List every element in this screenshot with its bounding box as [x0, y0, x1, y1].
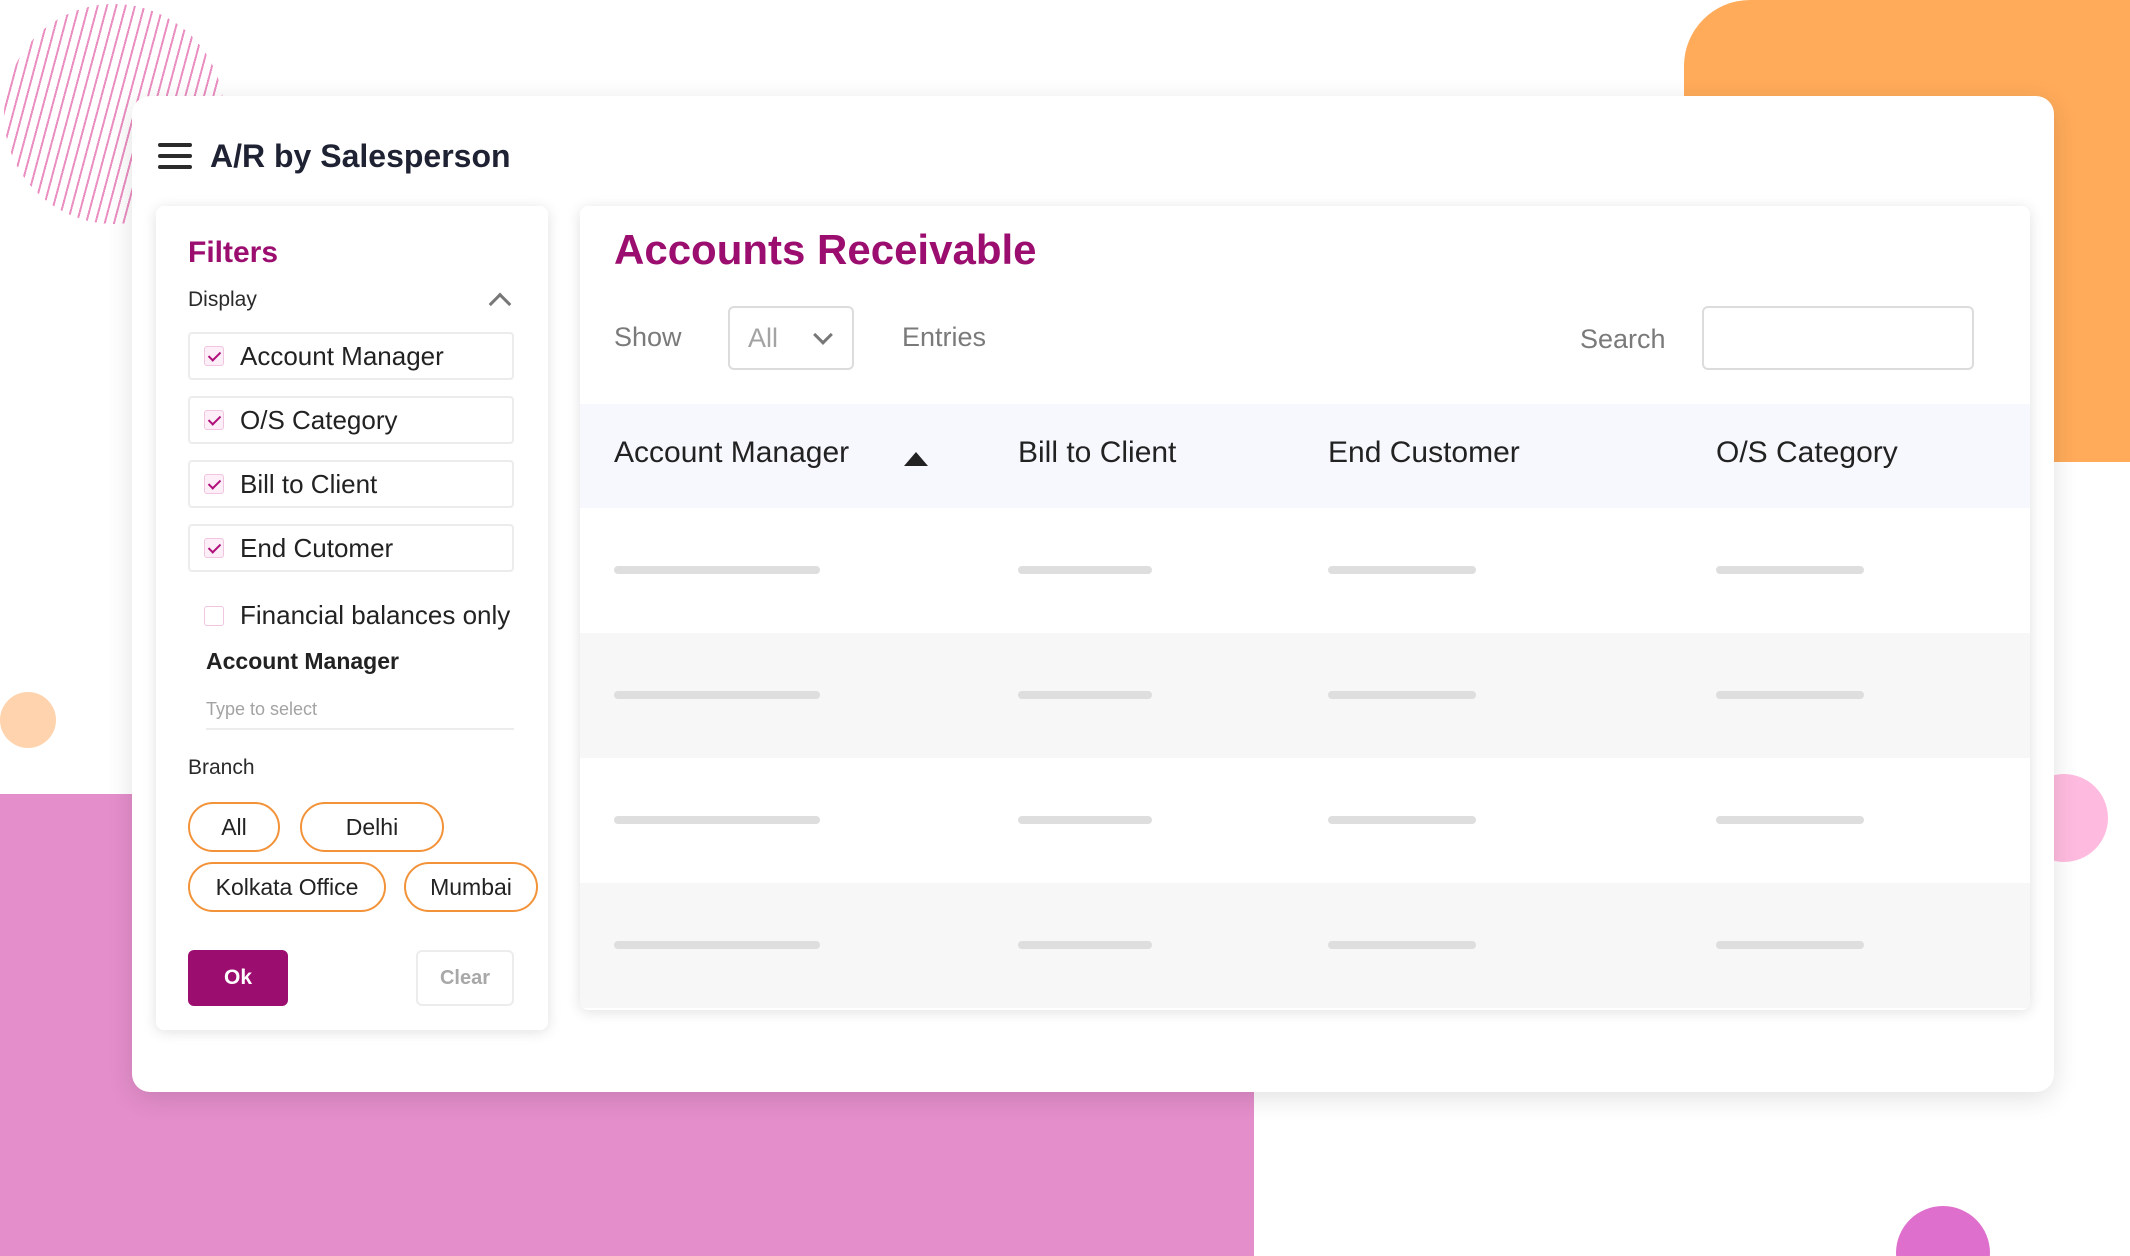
- branch-chip-delhi[interactable]: Delhi: [300, 802, 444, 852]
- loading-placeholder: [614, 566, 820, 574]
- table-row: [580, 633, 2030, 758]
- loading-placeholder: [1018, 691, 1152, 699]
- checkbox-label: End Cutomer: [240, 532, 394, 563]
- loading-placeholder: [614, 941, 820, 949]
- filters-title: Filters: [188, 236, 279, 269]
- entries-select-value: All: [748, 322, 779, 353]
- table-row: [580, 508, 2030, 633]
- loading-placeholder: [1018, 816, 1152, 824]
- entries-label: Entries: [902, 322, 987, 352]
- loading-placeholder: [1018, 941, 1152, 949]
- chevron-down-icon: [813, 325, 833, 345]
- loading-placeholder: [1716, 941, 1864, 949]
- account-manager-input[interactable]: [206, 690, 514, 730]
- checkbox-label: O/S Category: [240, 404, 398, 435]
- search-label: Search: [1580, 324, 1666, 354]
- app-window: A/R by Salesperson Filters Display Accou…: [132, 96, 2054, 1092]
- display-section-header[interactable]: Display: [188, 288, 514, 316]
- checkbox-label: Financial balances only: [240, 600, 511, 630]
- decorative-magenta-dot: [1896, 1206, 1990, 1256]
- display-option-bill-to-client[interactable]: Bill to Client: [188, 460, 514, 508]
- column-header-os-category[interactable]: O/S Category: [1716, 436, 1898, 470]
- table-title: Accounts Receivable: [614, 226, 1037, 273]
- branch-chip-mumbai[interactable]: Mumbai: [404, 862, 538, 912]
- sort-ascending-icon[interactable]: [904, 452, 928, 466]
- account-manager-label: Account Manager: [206, 648, 399, 674]
- loading-placeholder: [614, 691, 820, 699]
- checkbox-financial-balances[interactable]: [204, 605, 224, 626]
- chevron-up-icon[interactable]: [488, 292, 512, 316]
- display-option-financial-balances[interactable]: Financial balances only: [188, 600, 510, 631]
- loading-placeholder: [1716, 816, 1864, 824]
- loading-placeholder: [614, 816, 820, 824]
- table-header: Account Manager Bill to Client End Custo…: [580, 404, 2030, 508]
- display-option-end-customer[interactable]: End Cutomer: [188, 524, 514, 572]
- checkbox-os-category[interactable]: [204, 410, 224, 430]
- column-header-bill-to-client[interactable]: Bill to Client: [1018, 436, 1176, 470]
- loading-placeholder: [1328, 816, 1476, 824]
- clear-button[interactable]: Clear: [416, 950, 514, 1006]
- checkbox-label: Bill to Client: [240, 468, 378, 499]
- checkbox-end-customer[interactable]: [204, 538, 224, 558]
- branch-label: Branch: [188, 756, 255, 779]
- search-input[interactable]: [1702, 306, 1974, 370]
- checkbox-account-manager[interactable]: [204, 346, 224, 366]
- filters-panel: Filters Display Account Manager O/S Cate…: [156, 206, 548, 1030]
- column-header-account-manager[interactable]: Account Manager: [614, 436, 849, 470]
- branch-chip-all[interactable]: All: [188, 802, 280, 852]
- show-label: Show: [614, 322, 682, 352]
- display-option-os-category[interactable]: O/S Category: [188, 396, 514, 444]
- loading-placeholder: [1328, 566, 1476, 574]
- page-title: A/R by Salesperson: [210, 137, 511, 174]
- decorative-peach-dot: [0, 692, 56, 748]
- display-option-account-manager[interactable]: Account Manager: [188, 332, 514, 380]
- accounts-receivable-panel: Accounts Receivable Show All Entries Sea…: [580, 206, 2030, 1010]
- table-row: [580, 758, 2030, 883]
- loading-placeholder: [1716, 566, 1864, 574]
- loading-placeholder: [1328, 691, 1476, 699]
- column-header-end-customer[interactable]: End Customer: [1328, 436, 1520, 470]
- entries-select[interactable]: All: [728, 306, 854, 370]
- loading-placeholder: [1328, 941, 1476, 949]
- hamburger-menu-icon[interactable]: [158, 143, 192, 169]
- checkbox-bill-to-client[interactable]: [204, 474, 224, 494]
- table-row: [580, 883, 2030, 1008]
- loading-placeholder: [1018, 566, 1152, 574]
- checkbox-label: Account Manager: [240, 340, 444, 371]
- loading-placeholder: [1716, 691, 1864, 699]
- branch-chip-kolkata-office[interactable]: Kolkata Office: [188, 862, 386, 912]
- top-bar: A/R by Salesperson: [158, 136, 511, 176]
- ok-button[interactable]: Ok: [188, 950, 288, 1006]
- display-label: Display: [188, 288, 257, 311]
